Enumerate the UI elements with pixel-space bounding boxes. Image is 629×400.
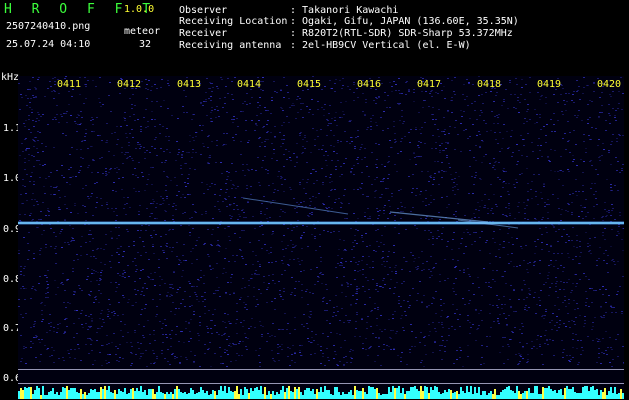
time-tick-label: 0412 <box>117 79 142 90</box>
detection-count: 32 <box>139 39 152 50</box>
time-tick-label: 0416 <box>357 79 382 90</box>
location-value: : Ogaki, Gifu, JAPAN (136.60E, 35.35N) <box>290 16 519 27</box>
time-tick-label: 0417 <box>417 79 442 90</box>
time-tick-label: 0419 <box>537 79 562 90</box>
receiver-value: : R820T2(RTL-SDR) SDR-Sharp 53.372MHz <box>290 28 513 39</box>
time-tick-label: 0413 <box>177 79 202 90</box>
receiver-label: Receiver <box>179 28 228 39</box>
location-label: Receiving Location <box>179 16 288 27</box>
file-datetime: 25.07.24 04:10 <box>6 39 91 50</box>
antenna-value: : 2el-HB9CV Vertical (el. E-W) <box>290 40 471 51</box>
time-tick-label: 0414 <box>237 79 262 90</box>
spectrogram <box>18 76 624 399</box>
time-tick-label: 0418 <box>477 79 502 90</box>
antenna-label: Receiving antenna <box>179 40 282 51</box>
time-tick-label: 0411 <box>57 79 82 90</box>
observer-value: : Takanori Kawachi <box>290 5 399 16</box>
app-version: 1.0.0 <box>124 4 155 15</box>
time-tick-label: 0420 <box>597 79 622 90</box>
observer-label: Observer <box>179 5 228 16</box>
time-tick-label: 0415 <box>297 79 322 90</box>
axis-unit: kHz <box>1 72 20 83</box>
file-name: 2507240410.png <box>6 21 91 32</box>
detection-label: meteor <box>124 26 161 37</box>
hroft-screen: { "app": { "name": "H R O F F T", "versi… <box>0 0 629 400</box>
